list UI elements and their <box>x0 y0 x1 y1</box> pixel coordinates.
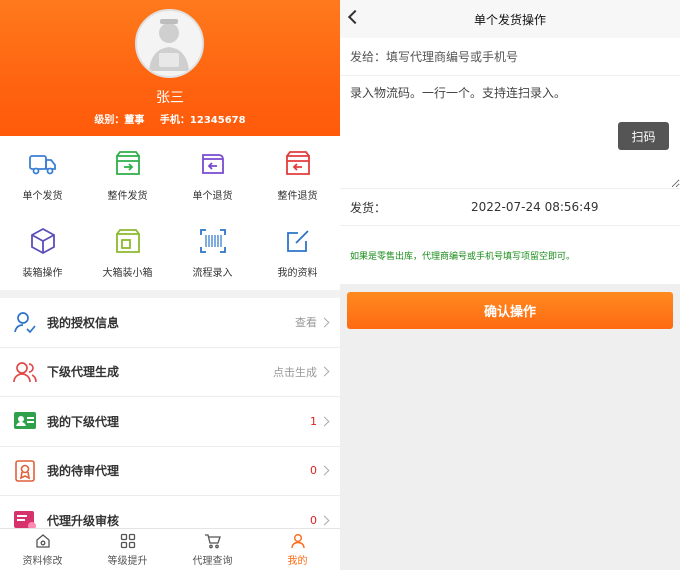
chevron-right-icon <box>319 465 330 476</box>
id-card-icon <box>12 408 38 434</box>
tab-label: 资料修改 <box>22 556 63 567</box>
menu-authorization[interactable]: 我的授权信息 查看 <box>0 298 340 348</box>
logistics-code-wrap: 扫码 <box>340 76 680 189</box>
action-label: 单个退货 <box>192 191 233 202</box>
menu-generate-agent[interactable]: 下级代理生成 点击生成 <box>0 348 340 397</box>
action-label: 大箱装小箱 <box>102 268 153 279</box>
ship-date-row: 发货： 2022-07-24 08:56:49 <box>340 189 680 226</box>
back-chevron-icon[interactable] <box>347 9 363 25</box>
action-packing[interactable]: 装箱操作 <box>0 213 85 290</box>
menu-label: 我的授权信息 <box>47 315 120 330</box>
profile-name: 张三 <box>156 90 184 106</box>
tab-mine[interactable]: 我的 <box>255 529 340 570</box>
grid-icon <box>119 532 137 550</box>
menu-label: 我的下级代理 <box>47 414 120 429</box>
action-whole-ship[interactable]: 整件发货 <box>85 136 170 213</box>
action-process-entry[interactable]: 流程录入 <box>170 213 255 290</box>
action-single-ship[interactable]: 单个发货 <box>0 136 85 213</box>
tab-agent-query[interactable]: 代理查询 <box>170 529 255 570</box>
action-label: 单个发货 <box>22 191 63 202</box>
action-whole-return[interactable]: 整件退货 <box>255 136 340 213</box>
ship-date: 2022-07-24 08:56:49 <box>471 200 599 214</box>
profile-page: 张三 级别：董事 手机：12345678 单个发货 整件发货 单个退货 整件退货… <box>0 0 340 570</box>
nav-bar: 单个发货操作 <box>340 0 680 38</box>
menu-my-subagents[interactable]: 我的下级代理 1 <box>0 397 340 447</box>
recipient-row <box>340 38 680 76</box>
tab-label: 代理查询 <box>192 556 233 567</box>
menu-label: 代理升级审核 <box>47 513 120 528</box>
action-my-profile[interactable]: 我的资料 <box>255 213 340 290</box>
shipping-page: 单个发货操作 扫码 发货： 2022-07-24 08:56:49 如果是零售出… <box>340 0 680 570</box>
box-forward-icon <box>112 148 144 180</box>
cube-icon <box>27 225 59 257</box>
return-package-icon <box>282 148 314 180</box>
user-check-icon <box>12 309 38 335</box>
tab-level-up[interactable]: 等级提升 <box>85 529 170 570</box>
tab-label: 我的 <box>287 556 308 567</box>
bottom-tabbar: 资料修改 等级提升 代理查询 我的 <box>0 528 340 570</box>
profile-phone: 手机：12345678 <box>159 115 246 126</box>
shipping-form: 扫码 发货： 2022-07-24 08:56:49 如果是零售出库，代理商编号… <box>340 38 680 284</box>
chevron-right-icon <box>319 515 330 526</box>
page-title: 单个发货操作 <box>473 12 546 27</box>
truck-icon <box>27 148 59 180</box>
chevron-right-icon <box>319 317 330 328</box>
menu-value: 点击生成 <box>273 365 317 379</box>
action-single-return[interactable]: 单个退货 <box>170 136 255 213</box>
edit-icon <box>282 225 314 257</box>
menu-value: 查看 <box>295 316 317 330</box>
menu-value: 0 <box>310 513 317 527</box>
chevron-right-icon <box>319 366 330 377</box>
menu-label: 下级代理生成 <box>47 365 120 380</box>
menu-pending-agents[interactable]: 我的待审代理 0 <box>0 447 340 496</box>
tab-label: 等级提升 <box>107 556 148 567</box>
menu-value: 0 <box>310 464 317 478</box>
action-label: 我的资料 <box>277 268 318 279</box>
barcode-scan-icon <box>197 225 229 257</box>
recipient-input[interactable] <box>350 49 670 64</box>
action-label: 装箱操作 <box>22 268 63 279</box>
avatar[interactable] <box>135 9 204 78</box>
profile-header: 张三 级别：董事 手机：12345678 <box>0 0 340 136</box>
confirm-button[interactable]: 确认操作 <box>347 292 673 329</box>
action-label: 整件退货 <box>277 191 318 202</box>
profile-level: 级别：董事 <box>94 115 145 126</box>
action-label: 流程录入 <box>192 268 233 279</box>
scan-button[interactable]: 扫码 <box>618 122 669 150</box>
home-icon <box>34 532 52 550</box>
return-box-icon <box>197 148 229 180</box>
app-root: 张三 级别：董事 手机：12345678 单个发货 整件发货 单个退货 整件退货… <box>0 0 680 570</box>
action-box-in-box[interactable]: 大箱装小箱 <box>85 213 170 290</box>
profile-meta: 级别：董事 手机：12345678 <box>0 111 340 126</box>
ship-label: 发货： <box>350 200 387 215</box>
menu-list: 我的授权信息 查看 下级代理生成 点击生成 我的下级代理 1 我的待审代理 0 … <box>0 298 340 546</box>
action-label: 整件发货 <box>107 191 148 202</box>
menu-label: 我的待审代理 <box>47 464 120 479</box>
quick-actions-grid: 单个发货 整件发货 单个退货 整件退货 装箱操作 大箱装小箱 流程录入 我的资料 <box>0 136 340 290</box>
certificate-icon <box>12 458 38 484</box>
tab-edit-profile[interactable]: 资料修改 <box>0 529 85 570</box>
box-in-box-icon <box>112 225 144 257</box>
users-icon <box>12 359 38 385</box>
retail-hint: 如果是零售出库，代理商编号或手机号填写项留空即可。 <box>340 226 680 284</box>
person-icon <box>289 532 307 550</box>
cart-icon <box>204 532 222 550</box>
menu-value: 1 <box>310 414 317 428</box>
chevron-right-icon <box>319 416 330 427</box>
